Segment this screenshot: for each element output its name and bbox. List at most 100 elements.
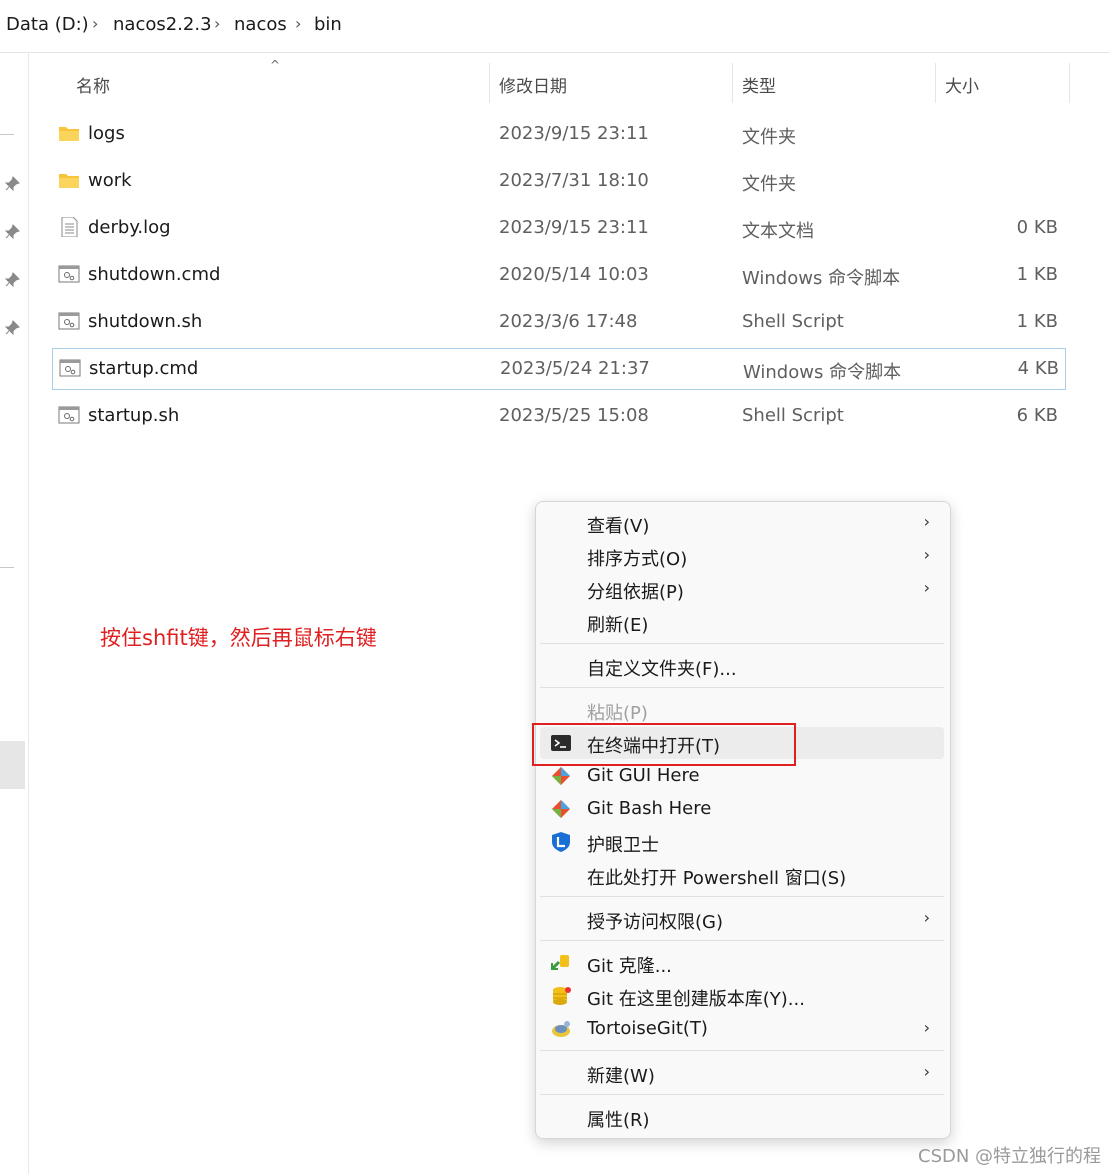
file-row[interactable]: startup.sh 2023/5/25 15:08 Shell Script … bbox=[52, 396, 1064, 436]
menu-item-eye-guard[interactable]: 护眼卫士 bbox=[540, 826, 944, 858]
menu-item-grant-access[interactable]: 授予访问权限(G) › bbox=[540, 903, 944, 935]
file-modified: 2020/5/14 10:03 bbox=[499, 264, 649, 285]
menu-item-label: Git 克隆... bbox=[587, 956, 672, 977]
tortoisegit-icon bbox=[552, 1021, 570, 1037]
chevron-right-icon: › bbox=[923, 908, 930, 927]
watermark: CSDN @特立独行的程 bbox=[918, 1146, 1102, 1167]
file-type: Windows 命令脚本 bbox=[742, 268, 901, 289]
file-size: 4 KB bbox=[1017, 358, 1059, 379]
menu-item-refresh[interactable]: 刷新(E) bbox=[540, 606, 944, 638]
eye-guard-icon bbox=[552, 832, 570, 852]
menu-item-new[interactable]: 新建(W) › bbox=[540, 1057, 944, 1089]
menu-item-git-clone[interactable]: Git 克隆... bbox=[540, 947, 944, 979]
file-row[interactable]: shutdown.sh 2023/3/6 17:48 Shell Script … bbox=[52, 302, 1064, 342]
file-size: 6 KB bbox=[1016, 405, 1058, 426]
file-type: Shell Script bbox=[742, 311, 844, 332]
file-size: 0 KB bbox=[1016, 217, 1058, 238]
menu-separator bbox=[540, 687, 944, 688]
menu-item-customize-folder[interactable]: 自定义文件夹(F)... bbox=[540, 650, 944, 682]
column-divider[interactable] bbox=[489, 63, 490, 103]
chevron-right-icon: › bbox=[923, 1018, 930, 1037]
menu-separator bbox=[540, 896, 944, 897]
menu-item-label: 新建(W) bbox=[587, 1066, 655, 1087]
script-file-icon bbox=[58, 406, 80, 424]
highlight-box bbox=[532, 723, 796, 766]
file-modified: 2023/3/6 17:48 bbox=[499, 311, 638, 332]
pin-icon bbox=[4, 320, 20, 336]
menu-item-label: 在此处打开 Powershell 窗口(S) bbox=[587, 868, 847, 889]
file-modified: 2023/5/24 21:37 bbox=[500, 358, 650, 379]
annotation-text: 按住shfit键，然后再鼠标右键 bbox=[100, 626, 377, 650]
file-row[interactable]: work 2023/7/31 18:10 文件夹 bbox=[52, 161, 1064, 201]
file-modified: 2023/9/15 23:11 bbox=[499, 217, 649, 238]
breadcrumb-nacos[interactable]: nacos bbox=[234, 14, 287, 35]
nav-scrollbar-thumb[interactable] bbox=[0, 741, 25, 789]
file-modified: 2023/7/31 18:10 bbox=[499, 170, 649, 191]
column-divider[interactable] bbox=[1069, 63, 1070, 103]
chevron-right-icon: › bbox=[923, 1062, 930, 1081]
menu-item-sort[interactable]: 排序方式(O) › bbox=[540, 540, 944, 572]
file-name: startup.cmd bbox=[89, 358, 199, 379]
column-header-name[interactable]: 名称 bbox=[76, 72, 110, 97]
column-divider[interactable] bbox=[732, 63, 733, 103]
file-modified: 2023/5/25 15:08 bbox=[499, 405, 649, 426]
file-name: derby.log bbox=[88, 217, 171, 238]
menu-item-label: TortoiseGit(T) bbox=[587, 1018, 708, 1039]
folder-icon bbox=[59, 174, 79, 188]
menu-separator bbox=[540, 643, 944, 644]
menu-item-label: Git GUI Here bbox=[587, 765, 700, 786]
menu-separator bbox=[540, 1050, 944, 1051]
file-type: Windows 命令脚本 bbox=[743, 362, 902, 383]
menu-item-git-bash[interactable]: Git Bash Here bbox=[540, 793, 944, 825]
file-row[interactable]: derby.log 2023/9/15 23:11 文本文档 0 KB bbox=[52, 208, 1064, 248]
menu-item-label: 授予访问权限(G) bbox=[587, 912, 723, 933]
chevron-right-icon: › bbox=[923, 545, 930, 564]
git-bash-icon bbox=[552, 800, 570, 818]
menu-separator bbox=[540, 940, 944, 941]
menu-item-group[interactable]: 分组依据(P) › bbox=[540, 573, 944, 605]
menu-item-label: 属性(R) bbox=[587, 1110, 650, 1131]
menu-item-tortoisegit[interactable]: TortoiseGit(T) › bbox=[540, 1013, 944, 1045]
column-header-size[interactable]: 大小 bbox=[945, 72, 979, 97]
column-header-modified[interactable]: 修改日期 bbox=[499, 72, 567, 97]
menu-item-git-create-repo[interactable]: Git 在这里创建版本库(Y)... bbox=[540, 980, 944, 1012]
menu-item-properties[interactable]: 属性(R) bbox=[540, 1101, 944, 1133]
file-name: work bbox=[88, 170, 132, 191]
menu-item-view[interactable]: 查看(V) › bbox=[540, 507, 944, 539]
breadcrumb-nacos223[interactable]: nacos2.2.3 bbox=[113, 14, 212, 35]
file-name: logs bbox=[88, 123, 125, 144]
menu-item-label: 查看(V) bbox=[587, 516, 650, 537]
chevron-right-icon: › bbox=[92, 14, 99, 33]
text-file-icon bbox=[61, 217, 78, 237]
file-type: 文本文档 bbox=[742, 221, 814, 242]
address-bar[interactable]: Data (D:) › nacos2.2.3 › nacos › bin bbox=[0, 0, 1110, 53]
column-divider[interactable] bbox=[935, 63, 936, 103]
file-row-selected[interactable]: startup.cmd 2023/5/24 21:37 Windows 命令脚本… bbox=[52, 348, 1066, 390]
menu-item-paste: 粘贴(P) bbox=[540, 694, 944, 726]
file-name: shutdown.sh bbox=[88, 311, 203, 332]
pin-icon bbox=[4, 272, 20, 288]
menu-item-label: 排序方式(O) bbox=[587, 549, 688, 570]
git-gui-icon bbox=[552, 767, 570, 785]
file-row[interactable]: shutdown.cmd 2020/5/14 10:03 Windows 命令脚… bbox=[52, 255, 1064, 295]
breadcrumb-bin[interactable]: bin bbox=[314, 14, 342, 35]
chevron-right-icon: › bbox=[923, 512, 930, 531]
script-file-icon bbox=[58, 265, 80, 283]
navigation-pane[interactable] bbox=[0, 53, 29, 1174]
breadcrumb-data-drive[interactable]: Data (D:) bbox=[6, 14, 89, 35]
pin-icon bbox=[4, 224, 20, 240]
menu-item-label: Git 在这里创建版本库(Y)... bbox=[587, 989, 805, 1010]
context-menu: 查看(V) › 排序方式(O) › 分组依据(P) › 刷新(E) 自定义文件夹… bbox=[535, 501, 951, 1139]
menu-item-label: 自定义文件夹(F)... bbox=[587, 659, 737, 680]
menu-item-label: Git Bash Here bbox=[587, 798, 712, 819]
sort-ascending-icon: ^ bbox=[270, 58, 281, 72]
file-name: shutdown.cmd bbox=[88, 264, 221, 285]
menu-item-label: 分组依据(P) bbox=[587, 582, 684, 603]
chevron-right-icon: › bbox=[923, 578, 930, 597]
menu-item-open-powershell[interactable]: 在此处打开 Powershell 窗口(S) bbox=[540, 859, 944, 891]
menu-item-label: 刷新(E) bbox=[587, 615, 649, 636]
menu-item-label: 护眼卫士 bbox=[587, 835, 659, 856]
file-row[interactable]: logs 2023/9/15 23:11 文件夹 bbox=[52, 114, 1064, 154]
column-header-type[interactable]: 类型 bbox=[742, 72, 776, 97]
nav-divider bbox=[0, 567, 14, 568]
